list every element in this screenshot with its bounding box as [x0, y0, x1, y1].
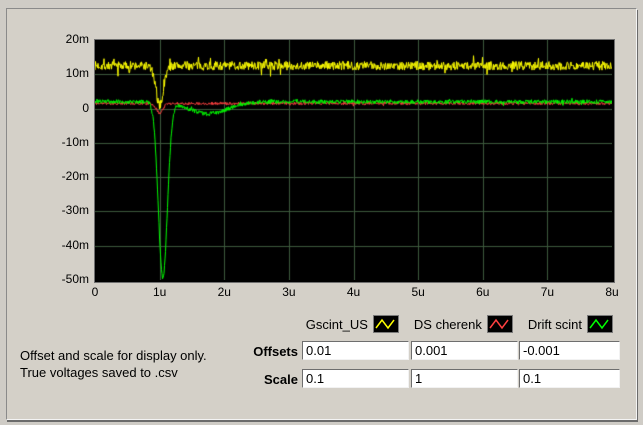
y-tick-label: -30m	[43, 203, 89, 218]
waveform-sample-icon[interactable]	[373, 315, 399, 333]
legend-label: DS cherenk	[414, 317, 482, 332]
x-tick-label: 1u	[142, 285, 178, 300]
x-tick-label: 8u	[594, 285, 630, 300]
legend-item-ds-cherenk[interactable]: DS cherenk	[414, 315, 513, 333]
offset-input-gscint-us[interactable]	[302, 341, 409, 360]
offset-input-ds-cherenk[interactable]	[411, 341, 518, 360]
legend-label: Gscint_US	[306, 317, 368, 332]
x-tick-label: 4u	[336, 285, 372, 300]
scale-input-gscint-us[interactable]	[302, 369, 409, 388]
x-tick-label: 2u	[206, 285, 242, 300]
x-tick-label: 3u	[271, 285, 307, 300]
waveform-sample-icon[interactable]	[587, 315, 613, 333]
display-note: Offset and scale for display only. True …	[20, 347, 207, 381]
x-tick-label: 0	[77, 285, 113, 300]
x-tick-label: 5u	[400, 285, 436, 300]
legend-label: Drift scint	[528, 317, 582, 332]
note-line-2: True voltages saved to .csv	[20, 364, 207, 381]
x-tick-label: 7u	[529, 285, 565, 300]
legend-item-drift-scint[interactable]: Drift scint	[528, 315, 613, 333]
note-line-1: Offset and scale for display only.	[20, 347, 207, 364]
offset-input-drift-scint[interactable]	[519, 341, 620, 360]
y-tick-label: 20m	[43, 32, 89, 47]
y-tick-label: -20m	[43, 169, 89, 184]
y-tick-label: -10m	[43, 135, 89, 150]
waveform-plot-canvas[interactable]	[95, 40, 612, 280]
legend-item-gscint-us[interactable]: Gscint_US	[306, 315, 399, 333]
plot-legend: Gscint_US DS cherenk Drift scint	[288, 313, 613, 335]
scale-label: Scale	[188, 372, 298, 387]
y-tick-label: 0	[43, 101, 89, 116]
scale-input-drift-scint[interactable]	[519, 369, 620, 388]
x-tick-label: 6u	[465, 285, 501, 300]
y-tick-label: -40m	[43, 238, 89, 253]
waveform-graph[interactable]	[94, 39, 615, 283]
offsets-label: Offsets	[188, 344, 298, 359]
y-tick-label: 10m	[43, 66, 89, 81]
waveform-sample-icon[interactable]	[487, 315, 513, 333]
scale-input-ds-cherenk[interactable]	[411, 369, 518, 388]
